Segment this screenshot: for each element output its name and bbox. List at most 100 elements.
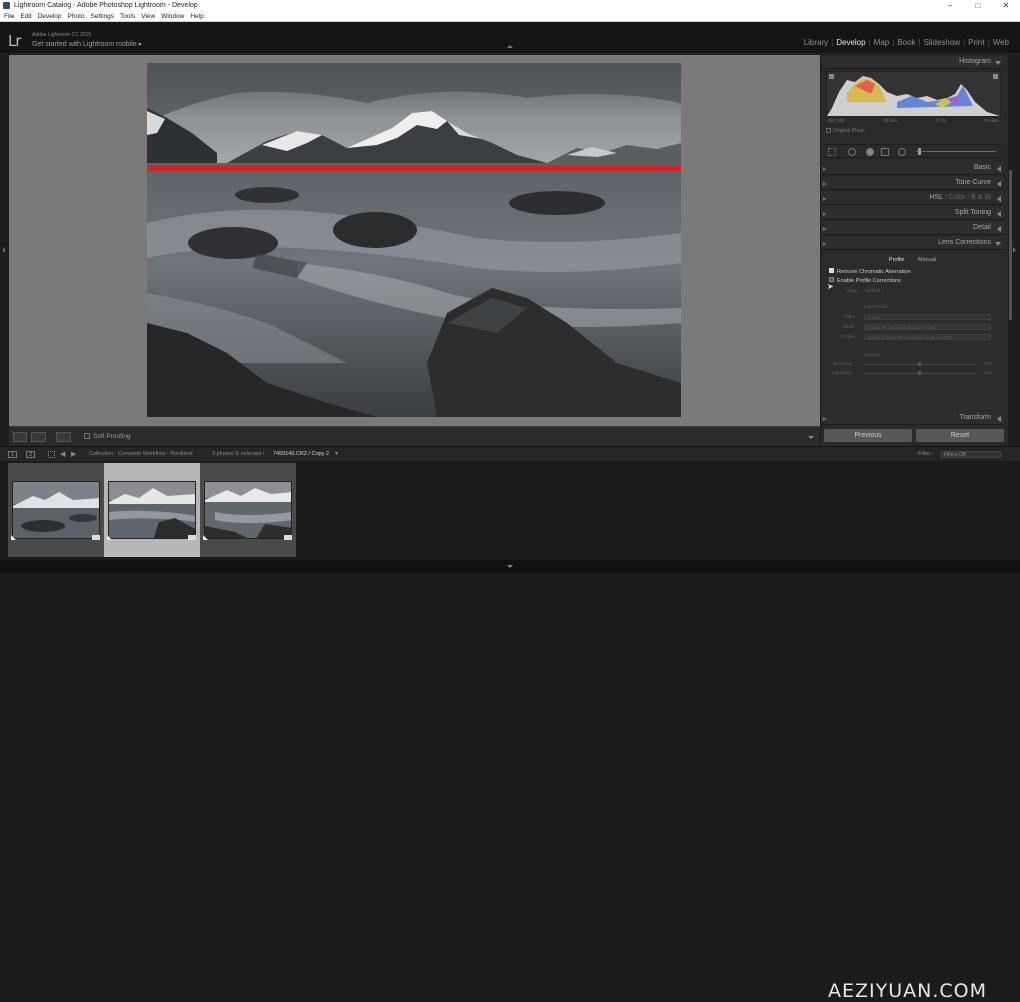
menu-edit[interactable]: Edit [20,11,31,21]
crop-tool-icon[interactable] [828,148,836,156]
thumbnail[interactable] [204,481,292,539]
menu-help[interactable]: Help [190,11,203,21]
basic-panel-header[interactable]: Basic [821,161,1004,175]
panel-switch-icon[interactable] [823,197,826,201]
previous-button[interactable]: Previous [824,429,912,442]
remove-chromatic-aberration-checkbox[interactable]: Remove Chromatic Aberration [829,268,911,276]
menu-develop[interactable]: Develop [38,11,62,21]
enable-profile-corrections-checkbox[interactable]: Enable Profile Corrections [829,277,901,285]
tab-manual[interactable]: Manual [918,257,936,263]
hsl-tab[interactable]: HSL [929,194,942,201]
collapse-right-arrow-icon[interactable] [1013,247,1016,253]
collapse-top-panel-arrow-icon[interactable] [507,45,513,48]
adjustment-brush-slider[interactable] [916,151,996,152]
tone-curve-panel-header[interactable]: Tone Curve [821,176,1004,190]
collapse-triangle-icon[interactable] [997,211,1001,217]
thumbnail[interactable] [108,481,196,539]
minimize-button[interactable]: – [936,0,964,11]
profile-dropdown[interactable]: Adobe (Canon EF 16-35mm f/2.8L II USM) [864,334,991,340]
adjustment-brush-icon[interactable] [918,148,921,155]
second-screen-button[interactable]: 2 [26,451,35,458]
before-after-split-icon[interactable] [56,432,71,442]
collapse-triangle-icon[interactable] [997,181,1001,187]
soft-proofing-checkbox-icon[interactable] [84,433,90,439]
collapse-triangle-icon[interactable] [997,226,1001,232]
image-workspace[interactable] [9,55,820,426]
setup-dropdown[interactable]: Default ÷ [866,288,884,293]
panel-switch-icon[interactable] [823,227,826,231]
highlight-clipping-icon[interactable] [993,74,998,79]
panel-switch-icon[interactable] [823,212,826,216]
checkbox-checked-icon[interactable] [829,268,834,273]
collapse-triangle-icon[interactable] [997,166,1001,172]
collapse-triangle-icon[interactable] [997,196,1001,202]
menu-file[interactable]: File [4,11,14,21]
model-dropdown[interactable]: Canon EF 16-35mm f/2.8L II USM [864,324,991,330]
soft-proofing-toggle[interactable]: Soft Proofing [84,427,131,447]
bottom-edge[interactable] [0,560,1020,573]
original-photo-checkbox-icon[interactable] [826,128,831,133]
graduated-filter-icon[interactable] [881,148,889,156]
transform-panel-header[interactable]: Transform [821,411,1004,425]
menu-tools[interactable]: Tools [120,11,135,21]
maximize-button[interactable]: □ [964,0,992,11]
filmstrip-cell[interactable] [8,463,104,557]
menu-view[interactable]: View [141,11,155,21]
reset-button[interactable]: Reset [916,429,1004,442]
color-tab[interactable]: Color [949,194,966,201]
forward-arrow-icon[interactable]: ▶ [71,447,76,462]
panel-switch-icon[interactable] [823,242,826,246]
toolbar-menu-arrow-icon[interactable] [808,436,814,439]
filmstrip-cell[interactable] [200,463,296,557]
main-screen-button[interactable]: 1 [8,451,17,458]
scrollbar-thumb[interactable] [1009,170,1012,320]
tab-profile[interactable]: Profile [889,257,905,263]
red-eye-icon[interactable] [866,148,874,156]
grid-view-icon[interactable] [48,451,55,458]
mobile-promo-link[interactable]: Get started with Lightroom mobile ▸ [32,40,142,48]
source-breadcrumb[interactable]: Collection : Complete Workflow - Nordlan… [89,447,193,462]
menu-photo[interactable]: Photo [68,11,85,21]
filmstrip-cell-selected[interactable] [104,463,200,557]
collapse-filmstrip-arrow-icon[interactable] [507,565,513,568]
slider-thumb[interactable] [918,371,921,375]
back-arrow-icon[interactable]: ◀ [60,447,65,462]
loupe-view-icon[interactable] [13,432,27,442]
before-after-view-icon[interactable] [31,432,46,442]
module-print[interactable]: Print [965,38,987,47]
collapse-triangle-icon[interactable] [997,416,1001,422]
slider-thumb[interactable] [918,362,921,366]
shadow-clipping-icon[interactable] [829,74,834,79]
original-photo-toggle[interactable]: Original Photo [826,128,865,134]
hsl-panel-header[interactable]: HSL / Color / B & W [821,191,1004,205]
radial-filter-icon[interactable] [898,148,906,156]
spot-removal-icon[interactable] [848,148,856,156]
right-panel-scrollbar[interactable] [1008,55,1020,446]
vignetting-slider[interactable] [864,371,976,375]
menu-settings[interactable]: Settings [91,11,115,21]
panel-switch-icon[interactable] [823,417,826,421]
collapse-triangle-icon[interactable] [995,61,1001,65]
module-book[interactable]: Book [894,38,918,47]
menu-window[interactable]: Window [161,11,184,21]
photo-preview[interactable] [147,63,681,417]
module-develop[interactable]: Develop [833,38,868,47]
bw-tab[interactable]: B & W [971,194,991,201]
distortion-slider[interactable] [864,362,976,366]
module-library[interactable]: Library [801,38,831,47]
make-dropdown[interactable]: Canon [864,314,991,320]
left-panel-collapsed[interactable] [0,55,8,446]
lens-corrections-panel-header[interactable]: Lens Corrections [821,236,1004,250]
current-filename[interactable]: 7459140.CR2 / Copy 2 [273,447,329,462]
vignetting-value[interactable]: 100 [984,370,992,375]
panel-switch-icon[interactable] [823,167,826,171]
module-web[interactable]: Web [990,38,1012,47]
thumbnail[interactable] [12,481,100,539]
histogram-graph[interactable] [826,71,1001,117]
filter-dropdown[interactable]: Filters Off [941,451,1001,458]
collapse-triangle-icon[interactable] [995,242,1001,246]
close-button[interactable]: ✕ [992,0,1020,11]
histogram-header[interactable]: Histogram [821,55,1004,69]
panel-switch-icon[interactable] [823,182,826,186]
module-map[interactable]: Map [871,38,893,47]
